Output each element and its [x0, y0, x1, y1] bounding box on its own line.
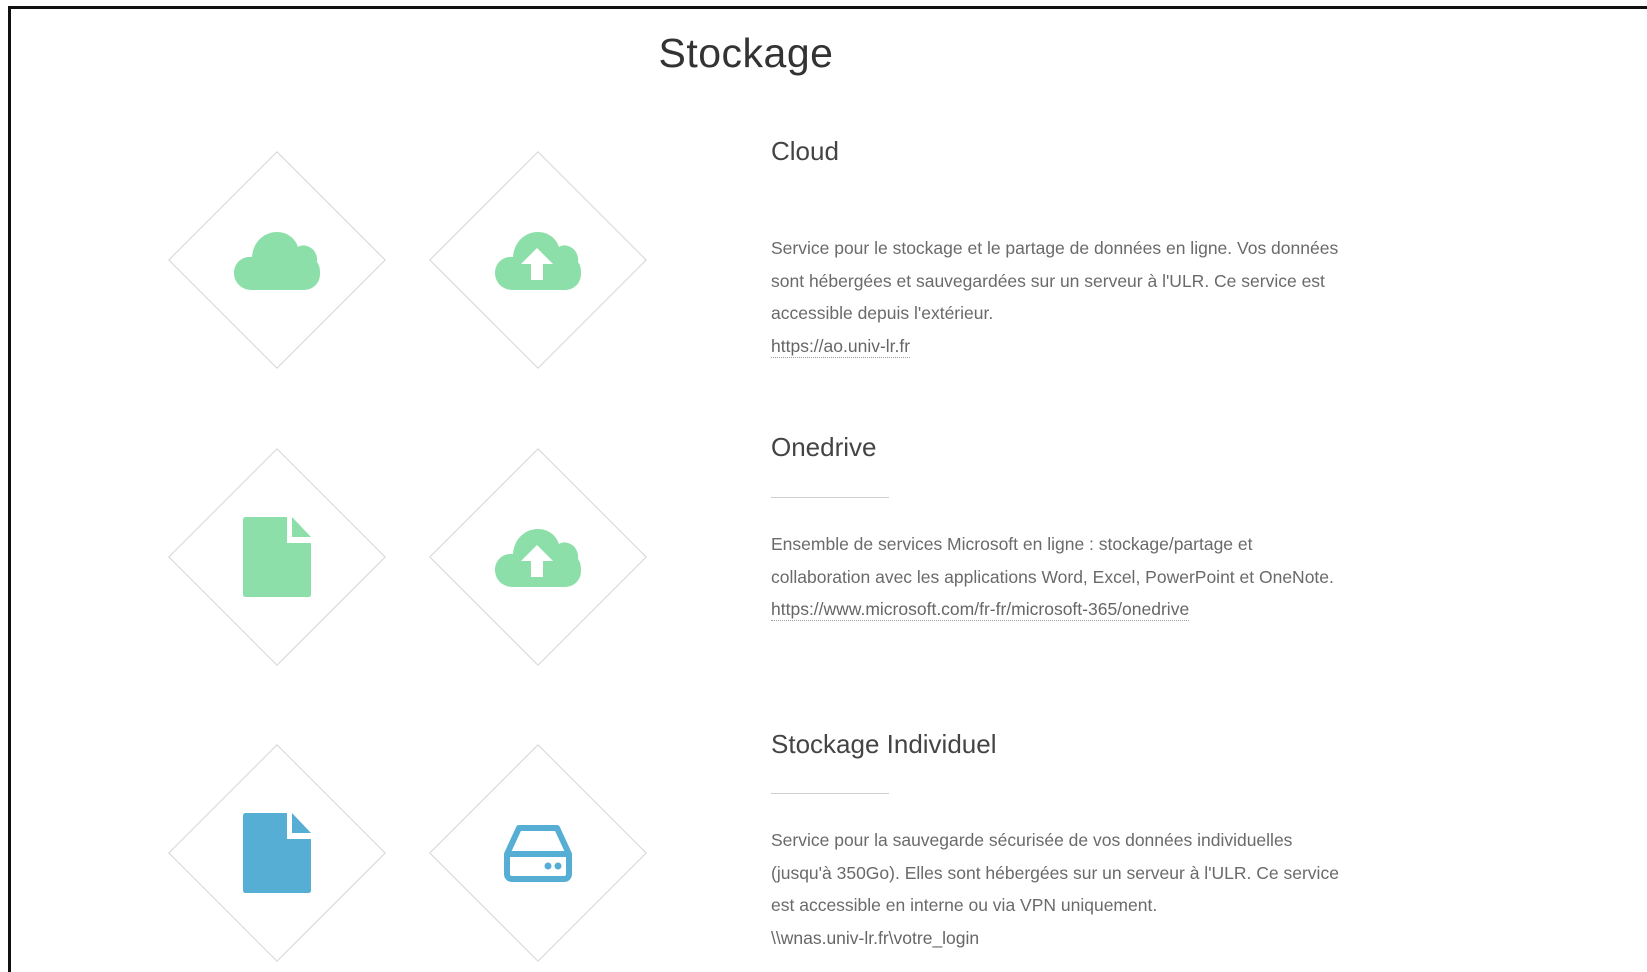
diamond-tile[interactable] [167, 743, 387, 963]
diamond-tile[interactable] [428, 447, 648, 667]
file-icon [167, 743, 387, 963]
description-text: Ensemble de services Microsoft en ligne … [771, 534, 1334, 587]
hard-drive-icon [428, 743, 648, 963]
network-path[interactable]: \\wnas.univ-lr.fr\votre_login [771, 928, 979, 948]
section-stockage-individuel: Stockage Individuel Service pour la sauv… [0, 0, 1647, 962]
section-title: Onedrive [771, 432, 877, 462]
service-link[interactable]: https://ao.univ-lr.fr [771, 335, 911, 358]
diamond-tile[interactable] [428, 743, 648, 963]
section-title: Stockage Individuel [771, 729, 997, 759]
diamond-tile[interactable] [167, 447, 387, 667]
service-link[interactable]: https://www.microsoft.com/fr-fr/microsof… [771, 598, 1190, 621]
file-icon [167, 447, 387, 667]
section-description: Service pour la sauvegarde sécurisée de … [771, 824, 1341, 954]
title-underline [771, 497, 889, 498]
section-description: Ensemble de services Microsoft en ligne … [771, 528, 1341, 626]
cloud-upload-icon [428, 447, 648, 667]
title-underline [771, 793, 889, 794]
description-text: Service pour la sauvegarde sécurisée de … [771, 830, 1339, 915]
